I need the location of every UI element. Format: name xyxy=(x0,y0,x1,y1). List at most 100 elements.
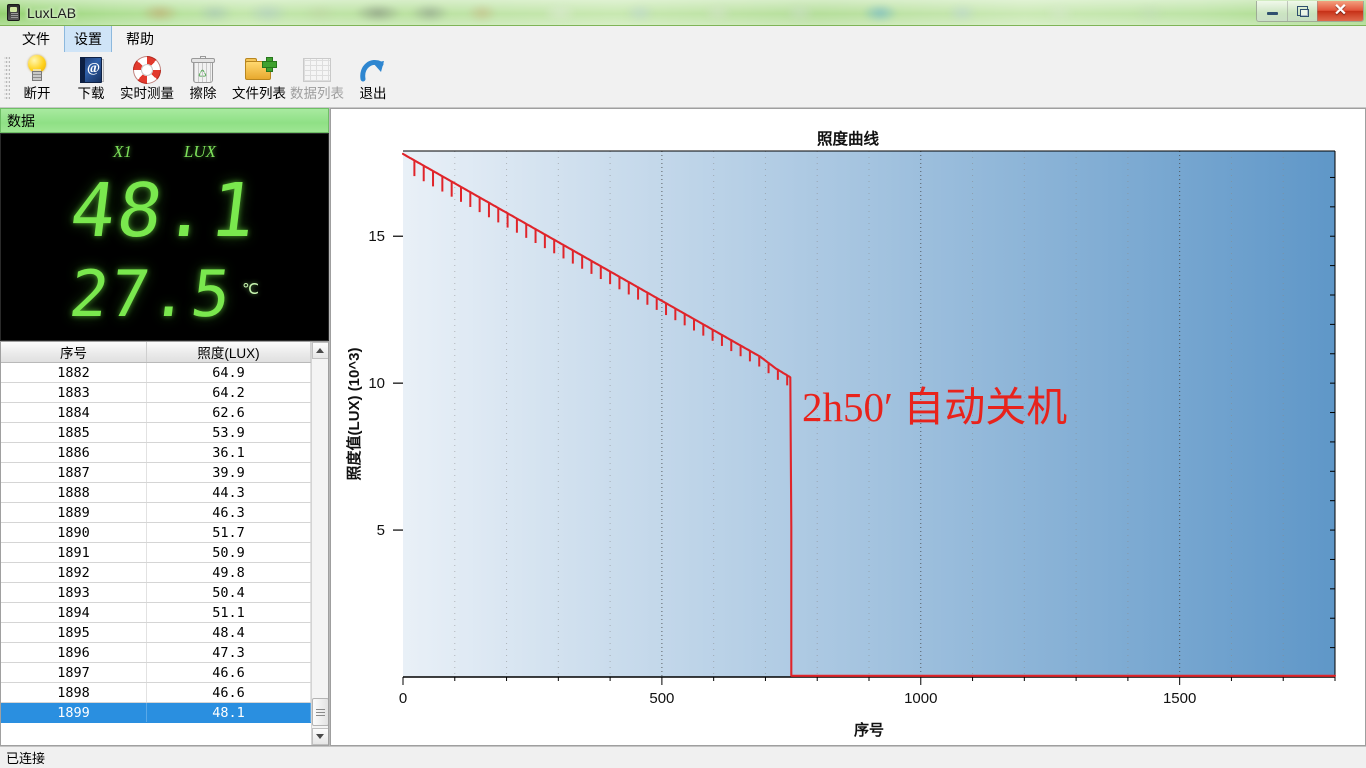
data-table-main: 序号 照度(LUX) 1882 64.9 1883 64.2 1884 62.6 1885 5… xyxy=(1,342,312,745)
cell-lux: 48.1 xyxy=(146,702,312,723)
cell-index: 1892 xyxy=(1,562,147,583)
scroll-down-icon[interactable] xyxy=(311,728,328,745)
toolbar-button-file-list[interactable]: 文件列表 xyxy=(230,52,288,102)
cell-index: 1887 xyxy=(1,462,147,483)
restore-icon xyxy=(1297,6,1309,17)
cell-lux: 39.9 xyxy=(146,462,312,483)
window-title: LuxLAB xyxy=(27,4,77,21)
cell-index: 1893 xyxy=(1,582,147,603)
table-row[interactable]: 1889 46.3 xyxy=(1,502,312,523)
cell-index: 1896 xyxy=(1,642,147,663)
toolbar-button-download[interactable]: @ 下载 xyxy=(64,52,118,102)
toolbar: 断开 @ 下载 实时测量 ♺ 擦除 文件列表 数据列表 退出 xyxy=(0,52,1366,108)
cell-index: 1895 xyxy=(1,622,147,643)
chart-panel: 照度曲线 0 500 1000 1500 5 10 15 序号 照度值(LUX) (10^3) … xyxy=(330,108,1366,746)
cell-index: 1889 xyxy=(1,502,147,523)
toolbar-button-erase[interactable]: ♺ 擦除 xyxy=(176,52,230,102)
svg-text:15: 15 xyxy=(368,228,385,245)
table-row[interactable]: 1899 48.1 xyxy=(1,702,312,723)
cell-index: 1891 xyxy=(1,542,147,563)
status-text: 已连接 xyxy=(6,751,46,766)
cell-index: 1890 xyxy=(1,522,147,543)
data-table-wrapper: 序号 照度(LUX) 1882 64.9 1883 64.2 1884 62.6 1885 5… xyxy=(0,341,329,746)
svg-text:5: 5 xyxy=(377,522,385,539)
toolbar-button-data-list: 数据列表 xyxy=(288,52,346,102)
menu-item-file[interactable]: 文件 xyxy=(12,25,60,53)
cell-lux: 46.3 xyxy=(146,502,312,523)
led-temp-value: 27.5 xyxy=(65,258,237,332)
table-row[interactable]: 1888 44.3 xyxy=(1,482,312,503)
led-display: X1 LUX 48.1 27.5 ℃ xyxy=(0,133,329,341)
led-lux-value: 48.1 xyxy=(66,168,263,254)
table-row[interactable]: 1893 50.4 xyxy=(1,582,312,603)
status-bar: 已连接 xyxy=(0,746,1366,768)
scroll-up-icon[interactable] xyxy=(311,342,328,359)
data-panel: 数据 X1 LUX 48.1 27.5 ℃ 序号 照度(LUX) 1882 64… xyxy=(0,108,330,746)
cell-lux: 50.9 xyxy=(146,542,312,563)
restore-button[interactable] xyxy=(1287,1,1317,21)
cell-lux: 48.4 xyxy=(146,622,312,643)
toolbar-button-realtime[interactable]: 实时测量 xyxy=(118,52,176,102)
cell-index: 1888 xyxy=(1,482,147,503)
toolbar-button-exit[interactable]: 退出 xyxy=(346,52,400,102)
cell-lux: 47.3 xyxy=(146,642,312,663)
cell-index: 1897 xyxy=(1,662,147,683)
table-row[interactable]: 1898 46.6 xyxy=(1,682,312,703)
cell-index: 1894 xyxy=(1,602,147,623)
table-row[interactable]: 1897 46.6 xyxy=(1,662,312,683)
menu-bar: 文件 设置 帮助 xyxy=(0,25,1366,53)
table-row[interactable]: 1892 49.8 xyxy=(1,562,312,583)
cell-index: 1886 xyxy=(1,442,147,463)
scrollbar-track[interactable] xyxy=(311,359,328,728)
table-row[interactable]: 1884 62.6 xyxy=(1,402,312,423)
window-controls: ✕ xyxy=(1256,1,1364,22)
book-at-icon: @ xyxy=(78,54,104,86)
cell-lux: 44.3 xyxy=(146,482,312,503)
table-row[interactable]: 1894 51.1 xyxy=(1,602,312,623)
cell-lux: 36.1 xyxy=(146,442,312,463)
exit-arrow-icon xyxy=(359,54,387,86)
cell-lux: 53.9 xyxy=(146,422,312,443)
cell-lux: 64.2 xyxy=(146,382,312,403)
table-row[interactable]: 1885 53.9 xyxy=(1,422,312,443)
close-button[interactable]: ✕ xyxy=(1317,1,1363,21)
cell-lux: 46.6 xyxy=(146,662,312,683)
data-table-body: 1882 64.9 1883 64.2 1884 62.6 1885 53.9 1886 36.1… xyxy=(1,362,312,723)
minimize-button[interactable] xyxy=(1257,1,1287,21)
table-row[interactable]: 1887 39.9 xyxy=(1,462,312,483)
cell-index: 1884 xyxy=(1,402,147,423)
svg-text:500: 500 xyxy=(649,690,674,707)
svg-text:10: 10 xyxy=(368,375,385,392)
illuminance-chart: 0 500 1000 1500 5 10 15 序号 照度值(LUX) (10^3) xyxy=(345,150,1337,739)
cell-lux: 64.9 xyxy=(146,362,312,383)
minimize-icon xyxy=(1266,12,1278,15)
table-grid-icon xyxy=(303,54,331,86)
close-icon: ✕ xyxy=(1333,2,1348,19)
table-row[interactable]: 1883 64.2 xyxy=(1,382,312,403)
data-table: 序号 照度(LUX) 1882 64.9 1883 64.2 1884 62.6 1885 5… xyxy=(1,342,312,723)
toolbar-label-download: 下载 xyxy=(77,86,105,101)
column-header-lux[interactable]: 照度(LUX) xyxy=(146,342,312,363)
menu-item-settings[interactable]: 设置 xyxy=(64,25,112,53)
led-lux-row: 48.1 xyxy=(1,168,328,254)
toolbar-button-disconnect[interactable]: 断开 xyxy=(10,52,64,102)
scrollbar-thumb[interactable] xyxy=(311,698,328,726)
table-scrollbar[interactable] xyxy=(311,342,328,745)
folder-plus-icon xyxy=(245,54,277,86)
menu-item-help[interactable]: 帮助 xyxy=(116,25,164,53)
table-header-row: 序号 照度(LUX) xyxy=(1,342,312,363)
table-row[interactable]: 1882 64.9 xyxy=(1,362,312,383)
table-row[interactable]: 1886 36.1 xyxy=(1,442,312,463)
app-window: LuxLAB ✕ 文件 设置 帮助 断开 @ 下载 实时测量 ♺ 擦除 文件列表… xyxy=(0,0,1366,768)
svg-text:1000: 1000 xyxy=(904,690,937,707)
table-row[interactable]: 1896 47.3 xyxy=(1,642,312,663)
cell-index: 1885 xyxy=(1,422,147,443)
cell-index: 1882 xyxy=(1,362,147,383)
toolbar-label-disconnect: 断开 xyxy=(23,86,51,101)
cell-lux: 62.6 xyxy=(146,402,312,423)
table-row[interactable]: 1891 50.9 xyxy=(1,542,312,563)
table-row[interactable]: 1895 48.4 xyxy=(1,622,312,643)
cell-index: 1899 xyxy=(1,702,147,723)
table-row[interactable]: 1890 51.7 xyxy=(1,522,312,543)
column-header-index[interactable]: 序号 xyxy=(1,342,147,363)
